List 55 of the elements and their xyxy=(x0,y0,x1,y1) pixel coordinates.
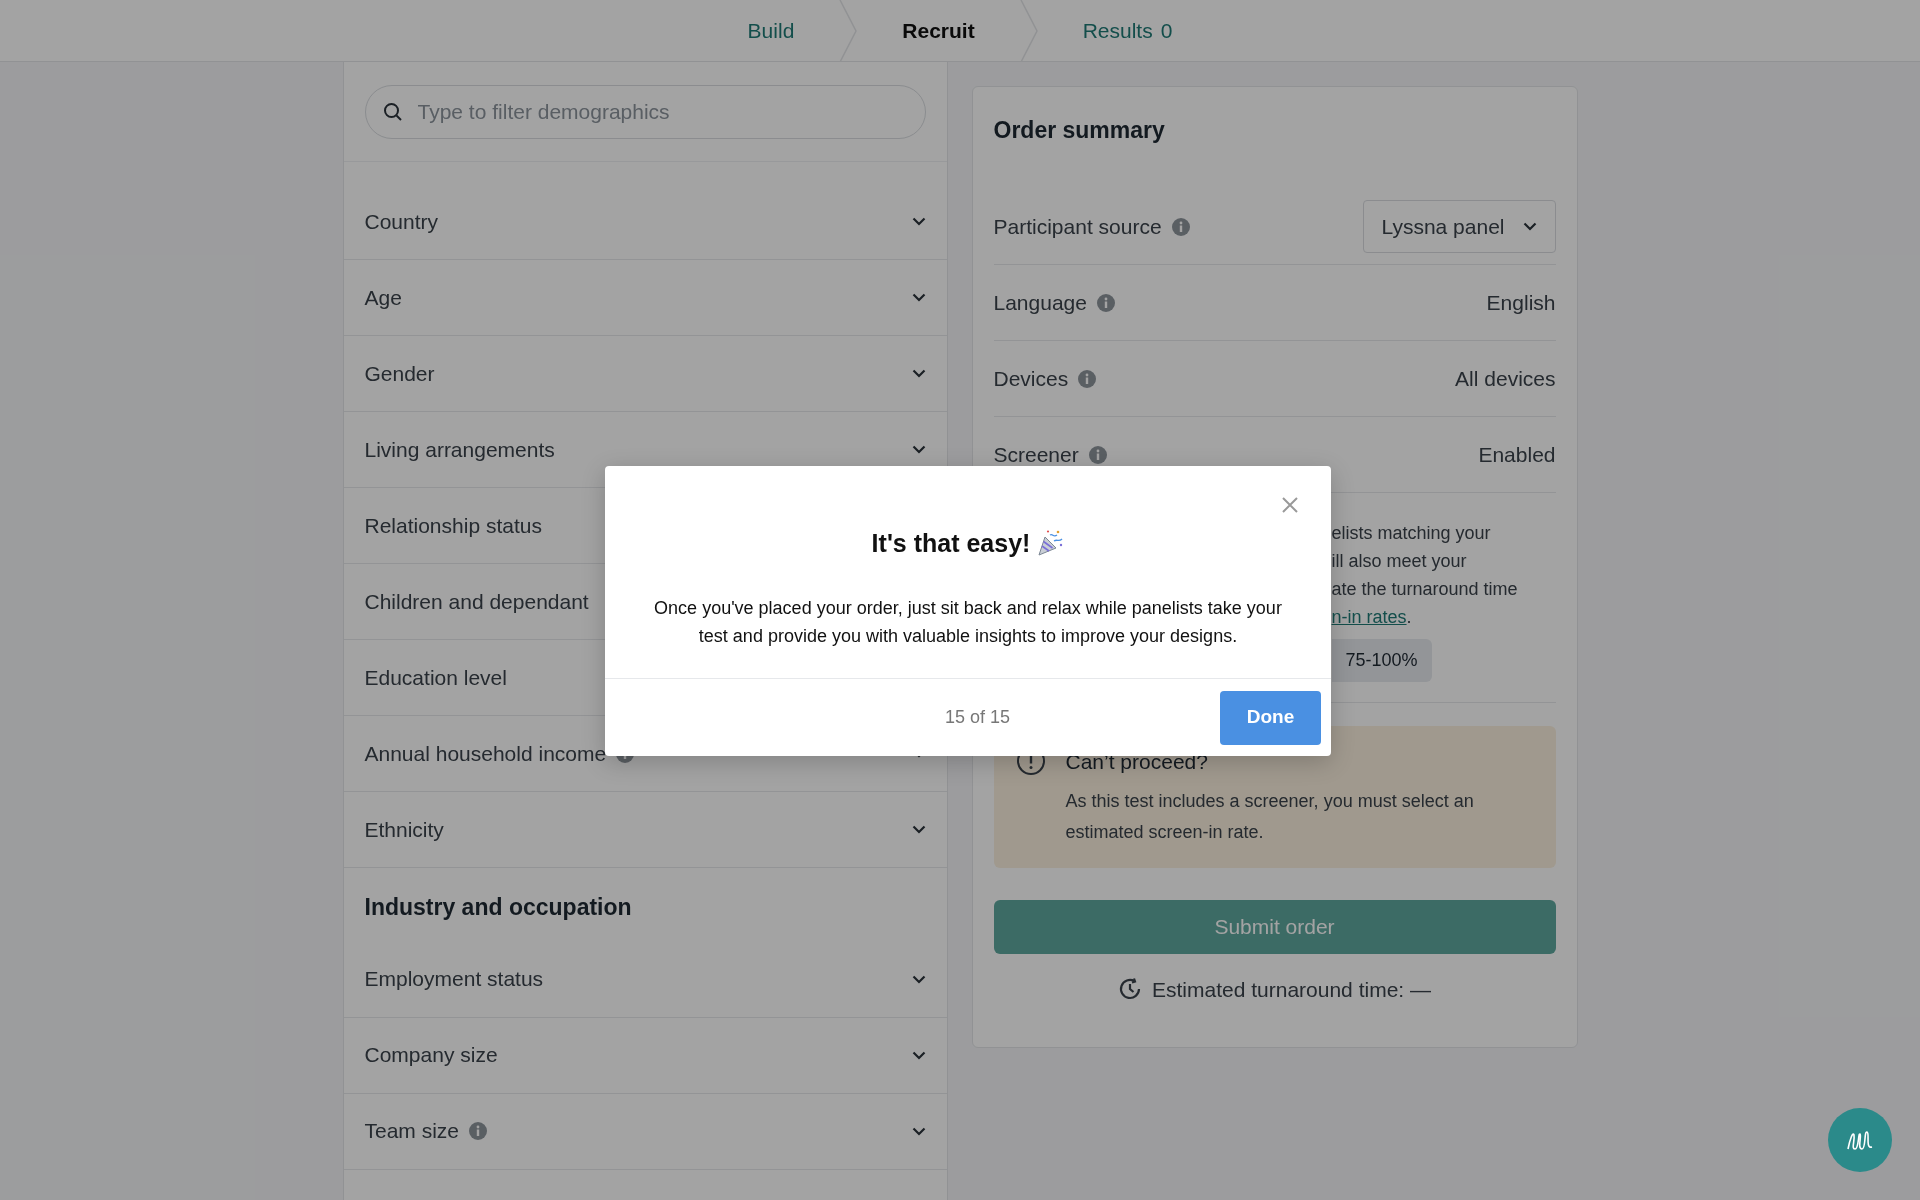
field-label: Devices xyxy=(993,365,1069,392)
filter-label: Living arrangements xyxy=(364,436,555,463)
filter-label: Gender xyxy=(364,360,435,387)
dialog-title: It's that easy! xyxy=(871,528,1031,558)
step-tab[interactable]: Build xyxy=(703,0,839,61)
field-label: Participant source xyxy=(993,213,1162,240)
warning-text: As this test includes a screener, you must select an estimated screen-in rate. xyxy=(1065,789,1475,844)
dialog-text: Once you've placed your order, just sit back and relax while panelists take your test and provide you with valuable insights to improve your designs. xyxy=(653,597,1283,648)
screen-in-rates-link[interactable]: n-in rates xyxy=(1331,607,1407,627)
rate-option[interactable]: 75-100% xyxy=(1331,639,1432,682)
chevron-down-icon xyxy=(911,217,926,226)
step-tab[interactable]: Recruit xyxy=(858,0,1019,61)
filter-row[interactable]: Age xyxy=(343,260,947,336)
chevron-down-icon xyxy=(1522,222,1537,231)
chevron-down-icon xyxy=(911,445,926,454)
filter-row[interactable]: Company size xyxy=(343,1017,947,1094)
chevron-down-icon xyxy=(911,974,926,984)
step-counter: 15 of 15 xyxy=(943,706,1012,729)
close-icon xyxy=(1281,496,1299,514)
chevron-down-icon xyxy=(911,293,926,302)
filter-label: Relationship status xyxy=(364,512,542,539)
filter-label: Country xyxy=(364,208,439,235)
filter-label: Employment status xyxy=(364,966,544,993)
filter-label: Children and dependant xyxy=(364,588,589,615)
filter-label: Age xyxy=(364,284,402,311)
field-value: Enabled xyxy=(1478,441,1556,468)
done-button[interactable]: Done xyxy=(1220,690,1321,745)
filter-label: Annual household income xyxy=(364,740,607,767)
filter-label: Ethnicity xyxy=(364,816,444,843)
turnaround-text: Estimated turnaround time: — xyxy=(1152,976,1431,1003)
info-icon xyxy=(469,1122,488,1141)
chevron-down-icon xyxy=(911,1126,926,1136)
filter-label: Team size xyxy=(364,1118,460,1145)
filter-row[interactable]: Employment status xyxy=(343,941,947,1018)
participant-source-select[interactable]: Lyssna panel xyxy=(1362,199,1556,254)
filter-row[interactable]: Gender xyxy=(343,336,947,412)
warning-title: Can’t proceed? xyxy=(1065,749,1209,775)
filter-row[interactable]: Country xyxy=(343,184,947,260)
field-value: All devices xyxy=(1455,365,1556,392)
field-label: Language xyxy=(993,289,1087,316)
field-value: English xyxy=(1486,289,1556,316)
chevron-down-icon xyxy=(911,825,926,834)
chevron-down-icon xyxy=(911,1050,926,1060)
filter-label: Company size xyxy=(364,1042,498,1069)
card-title: Order summary xyxy=(993,116,1166,145)
filter-row[interactable]: Ethnicity xyxy=(343,792,947,868)
chevron-down-icon xyxy=(911,369,926,378)
party-popper-icon xyxy=(1036,529,1065,557)
filter-row[interactable]: Team size xyxy=(343,1093,947,1170)
field-label: Screener xyxy=(993,441,1079,468)
step-tab[interactable]: Results 0 xyxy=(1038,0,1217,61)
clock-icon xyxy=(1118,977,1142,1002)
section-heading: Industry and occupation xyxy=(363,893,633,922)
search-field[interactable]: Type to filter demographics xyxy=(364,84,926,139)
filter-label: Education level xyxy=(364,664,507,691)
